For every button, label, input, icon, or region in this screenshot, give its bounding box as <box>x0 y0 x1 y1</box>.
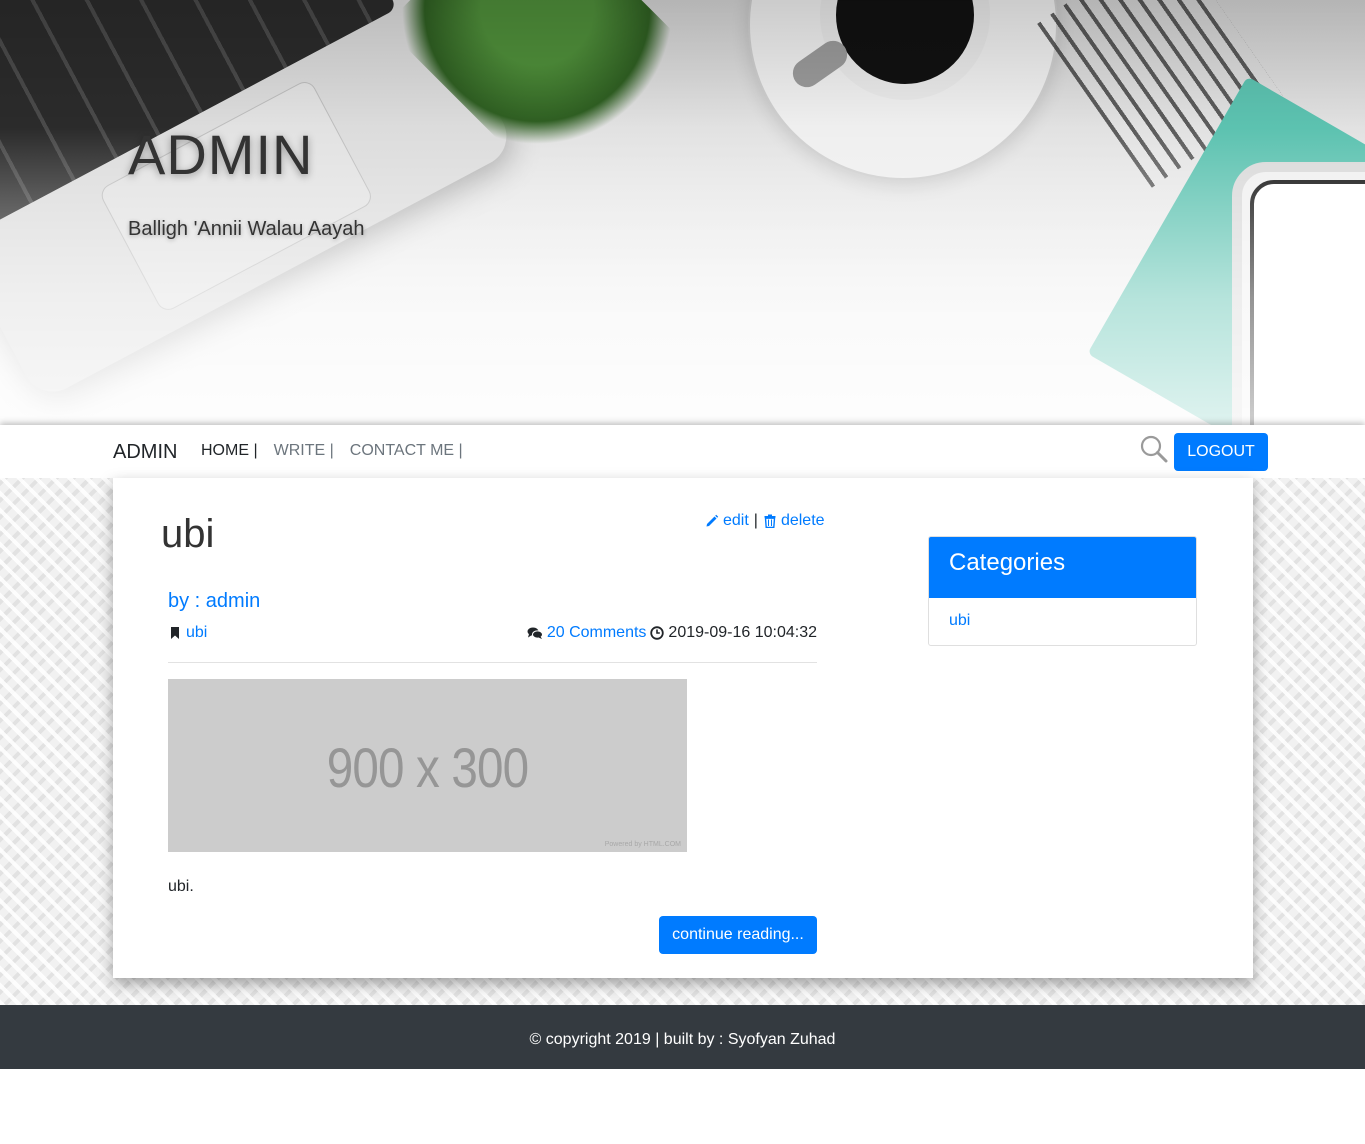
meta-divider <box>168 662 817 663</box>
post-meta: ubi 20 Comments 2019-09-16 10:04:32 <box>168 624 817 644</box>
post-excerpt: ubi. <box>168 878 194 895</box>
clock-icon <box>650 626 665 640</box>
footer-copyright: © copyright 2019 | built by : Syofyan Zu… <box>529 1031 836 1048</box>
comments-link[interactable]: 20 Comments <box>547 624 647 642</box>
post-title: ubi <box>161 512 215 556</box>
delete-link[interactable]: delete <box>763 512 825 530</box>
navbar-brand[interactable]: ADMIN <box>113 441 177 464</box>
pencil-icon <box>706 514 719 527</box>
nav-menu: HOME | WRITE | CONTACT ME | <box>201 442 479 460</box>
post-author[interactable]: by : admin <box>168 590 260 613</box>
hero-overlay <box>0 0 1365 425</box>
placeholder-credit: Powered by HTML.COM <box>604 841 681 848</box>
post-actions: edit | delete <box>705 512 825 530</box>
edit-link[interactable]: edit <box>705 512 749 530</box>
post-meta-right: 20 Comments 2019-09-16 10:04:32 <box>527 624 817 642</box>
post-category-label: ubi <box>186 624 208 641</box>
edit-label: edit <box>723 512 749 529</box>
category-item[interactable]: ubi <box>949 612 970 630</box>
search-icon[interactable] <box>1139 434 1169 464</box>
comments-icon <box>527 627 543 639</box>
post-timestamp: 2019-09-16 10:04:32 <box>668 624 817 641</box>
footer: © copyright 2019 | built by : Syofyan Zu… <box>0 1005 1365 1069</box>
post-card: ubi edit | delete by : admin ubi 20 Comm… <box>113 478 1253 978</box>
delete-label: delete <box>780 512 825 529</box>
post-category-link[interactable]: ubi <box>168 624 207 642</box>
nav-item-contact[interactable]: CONTACT ME | <box>350 442 463 460</box>
categories-title: Categories <box>929 537 1196 598</box>
trash-icon <box>764 514 776 528</box>
categories-widget: Categories ubi <box>928 536 1197 646</box>
placeholder-dimensions: 900 x 300 <box>326 736 529 799</box>
logout-button[interactable]: LOGOUT <box>1174 433 1268 471</box>
bookmark-icon <box>171 627 179 639</box>
post-image-placeholder: 900 x 300 Powered by HTML.COM <box>168 679 687 852</box>
navbar: ADMIN HOME | WRITE | CONTACT ME | LOGOUT <box>0 425 1365 478</box>
continue-reading-button[interactable]: continue reading... <box>659 916 817 954</box>
hero-subtitle: Balligh 'Annii Walau Aayah <box>128 218 365 240</box>
hero-title: ADMIN <box>128 123 314 186</box>
action-separator: | <box>753 512 758 529</box>
hero-banner: ADMIN Balligh 'Annii Walau Aayah <box>0 0 1365 425</box>
nav-item-home[interactable]: HOME | <box>201 442 258 460</box>
nav-item-write[interactable]: WRITE | <box>274 442 334 460</box>
